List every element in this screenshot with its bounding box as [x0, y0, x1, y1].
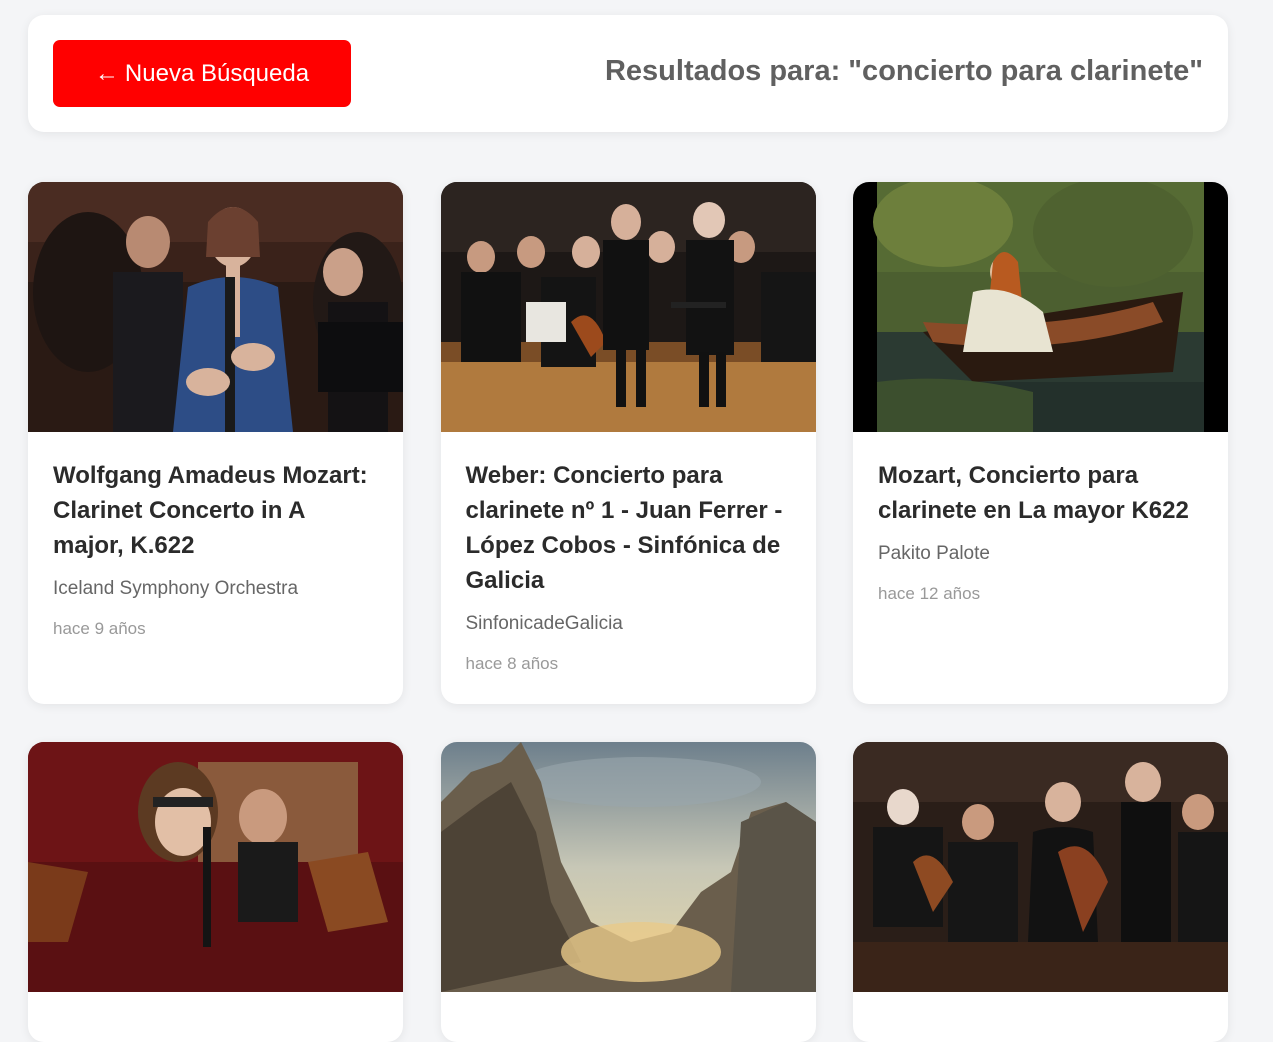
channel-name[interactable]: Iceland Symphony Orchestra	[53, 577, 378, 601]
video-thumbnail[interactable]	[440, 182, 816, 432]
results-grid: Wolfgang Amadeus Mozart: Clarinet Concer…	[28, 182, 1228, 1042]
new-search-label: Nueva Búsqueda	[124, 59, 310, 87]
video-card[interactable]	[28, 742, 403, 1042]
video-thumbnail[interactable]	[853, 182, 1228, 432]
results-title: Resultados para: "concierto para clarine…	[604, 55, 1203, 87]
video-thumbnail[interactable]	[853, 742, 1228, 992]
channel-name[interactable]: SinfonicadeGalicia	[466, 612, 791, 636]
upload-time: hace 12 años	[878, 584, 981, 603]
video-card[interactable]: Wolfgang Amadeus Mozart: Clarinet Concer…	[28, 182, 403, 704]
search-header: ← Nueva Búsqueda Resultados para: "conci…	[28, 15, 1228, 132]
upload-time: hace 8 años	[465, 654, 559, 673]
video-title[interactable]: Mozart, Concierto para clarinete en La m…	[878, 458, 1203, 528]
channel-name[interactable]: Pakito Palote	[878, 542, 1203, 566]
back-arrow-icon: ←	[94, 59, 119, 87]
upload-time: hace 9 años	[53, 619, 146, 638]
video-thumbnail[interactable]	[440, 742, 816, 992]
new-search-button[interactable]: ← Nueva Búsqueda	[53, 40, 351, 107]
video-thumbnail[interactable]	[28, 182, 403, 432]
video-card[interactable]	[853, 742, 1228, 1042]
video-title[interactable]: Weber: Concierto para clarinete nº 1 - J…	[466, 458, 791, 598]
video-title[interactable]: Wolfgang Amadeus Mozart: Clarinet Concer…	[53, 458, 378, 563]
video-card[interactable]: Weber: Concierto para clarinete nº 1 - J…	[440, 182, 816, 704]
video-card[interactable]	[440, 742, 816, 1042]
video-card[interactable]: Mozart, Concierto para clarinete en La m…	[853, 182, 1228, 704]
video-thumbnail[interactable]	[28, 742, 403, 992]
